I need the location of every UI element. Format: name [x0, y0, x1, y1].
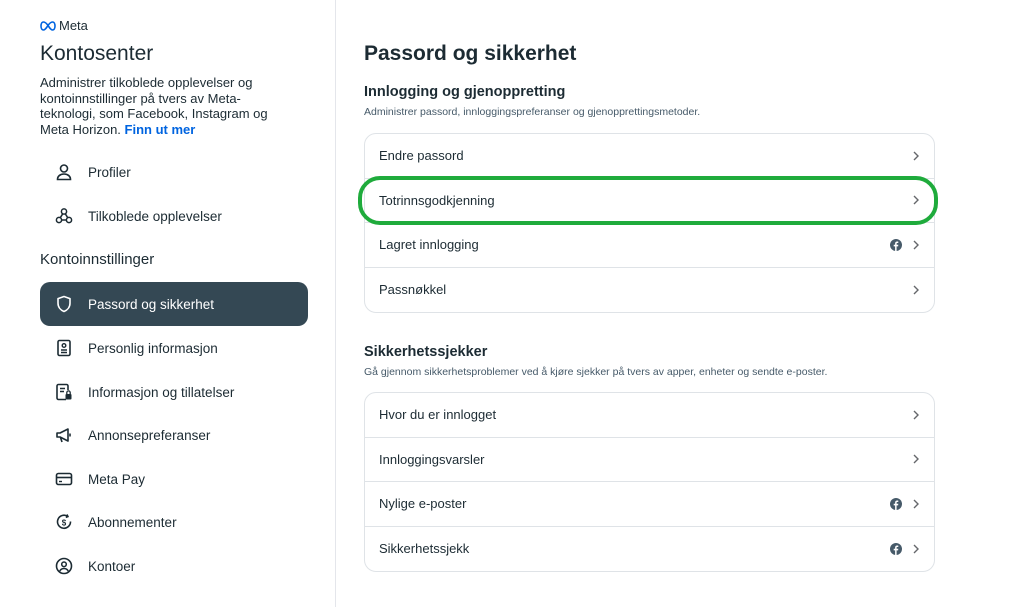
- shield-icon: [54, 294, 74, 314]
- row-passkey[interactable]: Passnøkkel: [365, 268, 934, 313]
- sidebar-item-subscriptions[interactable]: $ Abonnementer: [40, 500, 308, 544]
- sidebar-title: Kontosenter: [40, 42, 154, 65]
- login-section-subtitle: Administrer passord, innloggingspreferan…: [364, 106, 701, 118]
- subscription-icon: $: [54, 512, 74, 532]
- sidebar-item-meta-pay[interactable]: Meta Pay: [40, 457, 308, 501]
- megaphone-icon: [54, 425, 74, 445]
- sidebar-item-label: Tilkoblede opplevelser: [88, 208, 222, 224]
- row-label: Lagret innlogging: [379, 237, 479, 253]
- row-label: Nylige e-poster: [379, 496, 467, 512]
- row-label: Endre passord: [379, 148, 464, 164]
- sidebar-item-label: Kontoer: [88, 558, 136, 574]
- facebook-icon: [890, 497, 902, 510]
- chevron-right-icon: [912, 543, 920, 555]
- id-card-icon: [54, 338, 74, 358]
- chevron-right-icon: [912, 409, 920, 421]
- sidebar-item-connected-experiences[interactable]: Tilkoblede opplevelser: [40, 194, 308, 238]
- facebook-icon: [890, 542, 902, 555]
- learn-more-link[interactable]: Finn ut mer: [125, 122, 196, 137]
- sidebar-description: Administrer tilkoblede opplevelser og ko…: [40, 75, 290, 137]
- chevron-right-icon: [912, 284, 920, 296]
- row-security-checkup[interactable]: Sikkerhetssjekk: [365, 527, 934, 572]
- login-recovery-card: Endre passord Totrinnsgodkjenning Lagret…: [364, 133, 935, 313]
- person-icon: [54, 162, 74, 182]
- account-settings-heading: Kontoinnstillinger: [40, 251, 155, 268]
- sidebar-item-label: Abonnementer: [88, 514, 177, 530]
- document-lock-icon: [54, 382, 74, 402]
- meta-infinity-icon: [40, 20, 56, 31]
- row-login-alerts[interactable]: Innloggingsvarsler: [365, 438, 934, 482]
- meta-logo-text: Meta: [59, 18, 88, 33]
- row-where-logged-in[interactable]: Hvor du er innlogget: [365, 393, 934, 438]
- sidebar-item-label: Passord og sikkerhet: [88, 296, 215, 312]
- facebook-icon: [890, 238, 902, 251]
- row-two-factor-auth[interactable]: Totrinnsgodkjenning: [365, 179, 934, 223]
- sidebar-item-label: Meta Pay: [88, 471, 146, 487]
- sidebar: Meta Kontosenter Administrer tilkoblede …: [0, 0, 336, 607]
- security-checks-title: Sikkerhetssjekker: [364, 344, 488, 360]
- sidebar-item-label: Informasjon og tillatelser: [88, 384, 235, 400]
- row-label: Totrinnsgodkjenning: [379, 192, 495, 208]
- account-circle-icon: [54, 556, 74, 576]
- row-label: Hvor du er innlogget: [379, 407, 497, 423]
- login-section-title: Innlogging og gjenoppretting: [364, 84, 566, 100]
- row-label: Innloggingsvarsler: [379, 451, 485, 467]
- chevron-right-icon: [912, 194, 920, 206]
- row-label: Sikkerhetssjekk: [379, 541, 470, 557]
- sidebar-item-label: Profiler: [88, 164, 131, 180]
- row-saved-login[interactable]: Lagret innlogging: [365, 223, 934, 268]
- security-checks-card: Hvor du er innlogget Innloggingsvarsler …: [364, 392, 935, 572]
- meta-logo[interactable]: Meta: [40, 18, 88, 33]
- page-title: Passord og sikkerhet: [364, 42, 577, 65]
- sidebar-item-profiles[interactable]: Profiler: [40, 150, 308, 194]
- sidebar-item-label: Annonsepreferanser: [88, 427, 211, 443]
- chevron-right-icon: [912, 453, 920, 465]
- security-checks-subtitle: Gå gjennom sikkerhetsproblemer ved å kjø…: [364, 366, 828, 378]
- chevron-right-icon: [912, 150, 920, 162]
- row-label: Passnøkkel: [379, 282, 447, 298]
- chevron-right-icon: [912, 239, 920, 251]
- chevron-right-icon: [912, 498, 920, 510]
- sidebar-item-accounts[interactable]: Kontoer: [40, 544, 308, 588]
- row-change-password[interactable]: Endre passord: [365, 134, 934, 179]
- connected-icon: [54, 206, 74, 226]
- sidebar-item-ad-preferences[interactable]: Annonsepreferanser: [40, 413, 308, 457]
- svg-text:$: $: [62, 518, 67, 527]
- sidebar-item-personal-info[interactable]: Personlig informasjon: [40, 326, 308, 370]
- sidebar-item-label: Personlig informasjon: [88, 340, 218, 356]
- sidebar-item-info-permissions[interactable]: Informasjon og tillatelser: [40, 370, 308, 414]
- credit-card-icon: [54, 469, 74, 489]
- row-recent-emails[interactable]: Nylige e-poster: [365, 482, 934, 527]
- sidebar-item-password-security[interactable]: Passord og sikkerhet: [40, 282, 308, 326]
